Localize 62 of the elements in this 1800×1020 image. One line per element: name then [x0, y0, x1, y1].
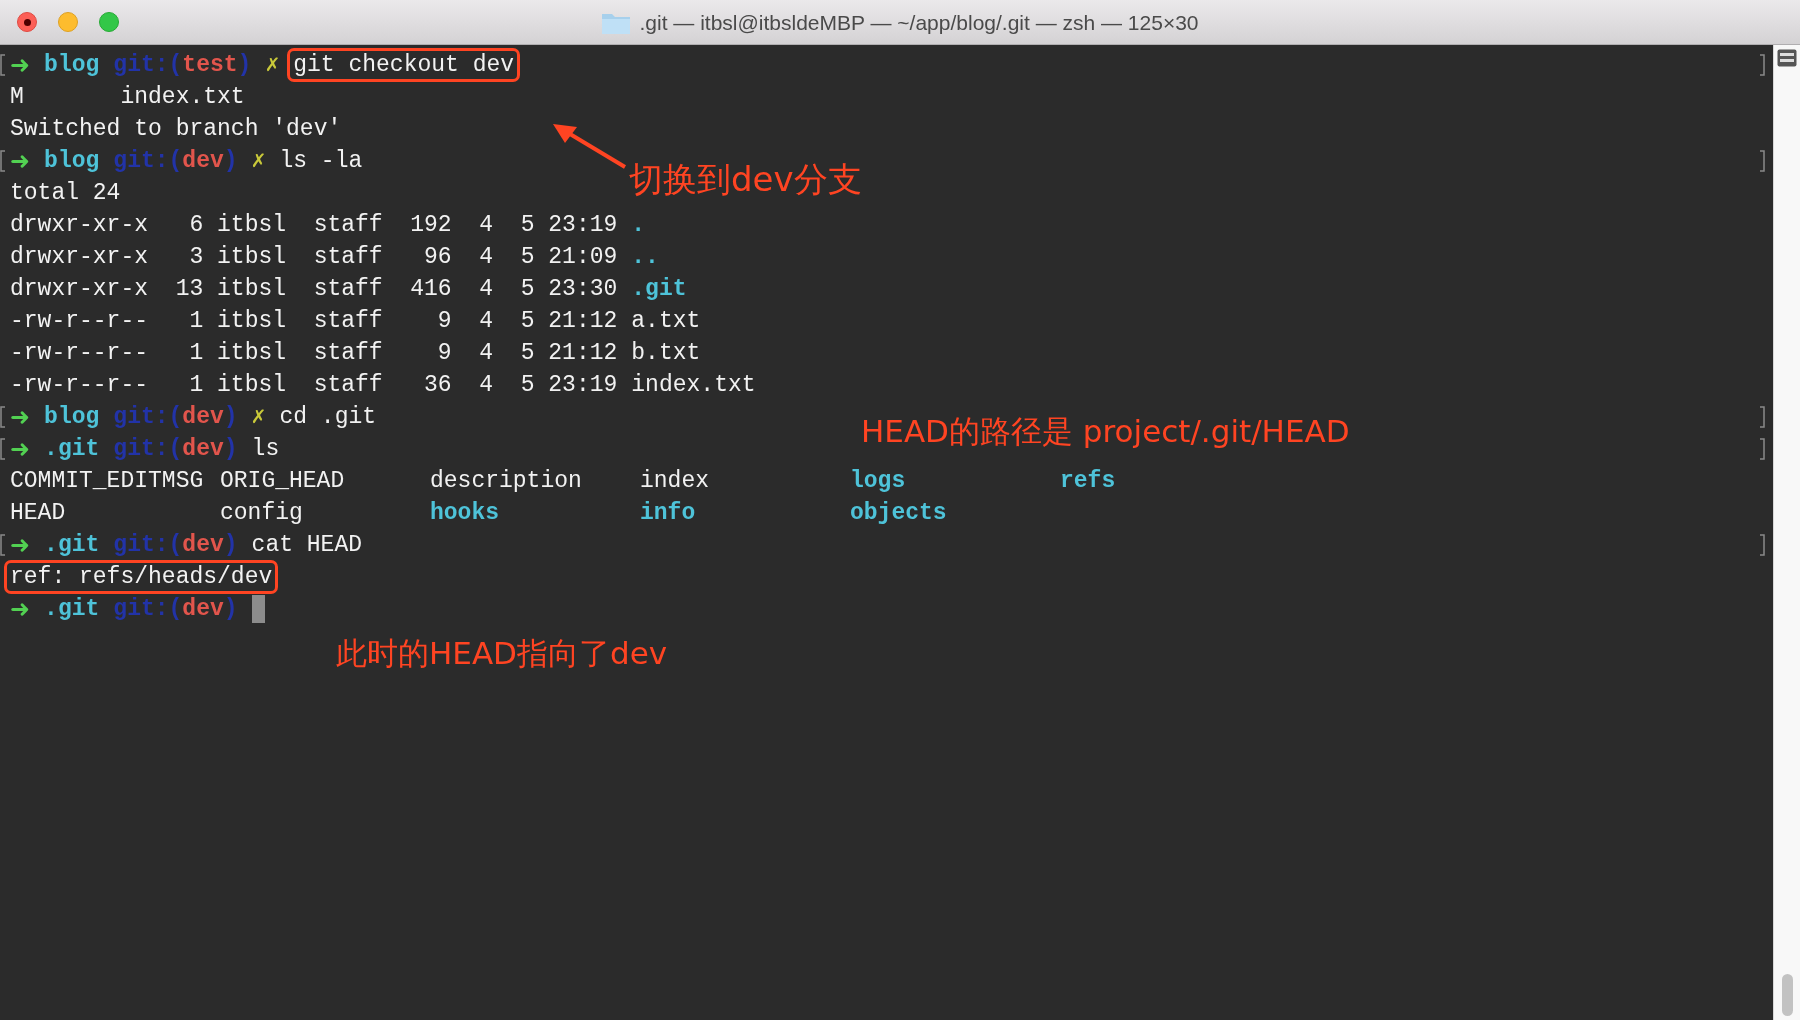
git-branch-prompt: git:(dev) [113, 531, 238, 560]
dirty-mark: ✗ [251, 147, 266, 176]
prompt-arrow: ➜ [10, 530, 31, 561]
git-branch-prompt: git:(dev) [113, 403, 238, 432]
git-branch-prompt: git:(test) [113, 51, 252, 80]
output-text: -rw-r--r-- 1 itbsl staff 9 4 5 21:12 [10, 339, 618, 368]
prompt-directory: blog [44, 147, 100, 176]
window-title: .git — itbsl@itbsldeMBP — ~/app/blog/.git — zsh — 125×30 [639, 9, 1199, 36]
file-name: ORIG_HEAD [220, 468, 345, 494]
prompt-directory: blog [44, 51, 100, 80]
prompt-directory: .git [44, 531, 100, 560]
dirty-mark: ✗ [265, 51, 280, 80]
prompt-arrow: ➜ [10, 146, 31, 177]
prompt-arrow: ➜ [10, 402, 31, 433]
annotation-text: HEAD的路径是 project/.git/HEAD [861, 413, 1350, 449]
git-branch-prompt: git:(dev) [113, 595, 238, 624]
file-name: index [640, 468, 709, 494]
command-text: ls -la [279, 147, 363, 176]
menu-icon[interactable] [1777, 49, 1797, 67]
prompt-arrow: ➜ [10, 594, 31, 625]
prompt-directory: .git [44, 435, 100, 464]
git-branch-prompt: git:(dev) [113, 147, 238, 176]
output-text: M index.txt [10, 83, 245, 112]
command-text: ls [251, 435, 280, 464]
output-text: -rw-r--r-- 1 itbsl staff 9 4 5 21:12 [10, 307, 618, 336]
minimize-button[interactable] [58, 12, 78, 32]
file-name: info [640, 500, 696, 526]
command-text: git checkout dev [287, 48, 521, 82]
scrollbar-thumb[interactable] [1781, 974, 1793, 1016]
file-name: hooks [430, 500, 499, 526]
output-text: drwxr-xr-x 13 itbsl staff 416 4 5 23:30 [10, 275, 618, 304]
file-name: description [430, 468, 582, 494]
output-text: . [631, 211, 646, 240]
file-name: refs [1060, 468, 1116, 494]
prompt-directory: blog [44, 403, 100, 432]
zoom-button[interactable] [99, 12, 119, 32]
output-text: Switched to branch 'dev' [10, 115, 342, 144]
output-text: drwxr-xr-x 3 itbsl staff 96 4 5 21:09 [10, 243, 618, 272]
file-name: logs [850, 468, 906, 494]
annotation-text: 切换到dev分支 [629, 159, 862, 199]
output-text: drwxr-xr-x 6 itbsl staff 192 4 5 23:19 [10, 211, 618, 240]
dirty-mark: ✗ [251, 403, 266, 432]
output-text: b.txt [631, 339, 701, 368]
file-name: COMMIT_EDITMSG [10, 468, 204, 494]
file-name: objects [850, 500, 947, 526]
output-text: a.txt [631, 307, 701, 336]
output-text: index.txt [631, 371, 756, 400]
git-branch-prompt: git:(dev) [113, 435, 238, 464]
file-name: HEAD [10, 500, 66, 526]
prompt-arrow: ➜ [10, 50, 31, 81]
command-text: cd .git [279, 403, 377, 432]
output-text: total 24 [10, 179, 121, 208]
file-name: config [220, 500, 303, 526]
output-text: .git [631, 275, 687, 304]
prompt-arrow: ➜ [10, 434, 31, 465]
annotation-text: 此时的HEAD指向了dev [336, 635, 668, 671]
output-text: -rw-r--r-- 1 itbsl staff 36 4 5 23:19 [10, 371, 618, 400]
close-button[interactable] [17, 12, 37, 32]
output-text: ref: refs/heads/dev [10, 563, 273, 591]
output-text: .. [631, 243, 659, 272]
command-text: cat HEAD [251, 531, 362, 560]
prompt-directory: .git [44, 595, 100, 624]
